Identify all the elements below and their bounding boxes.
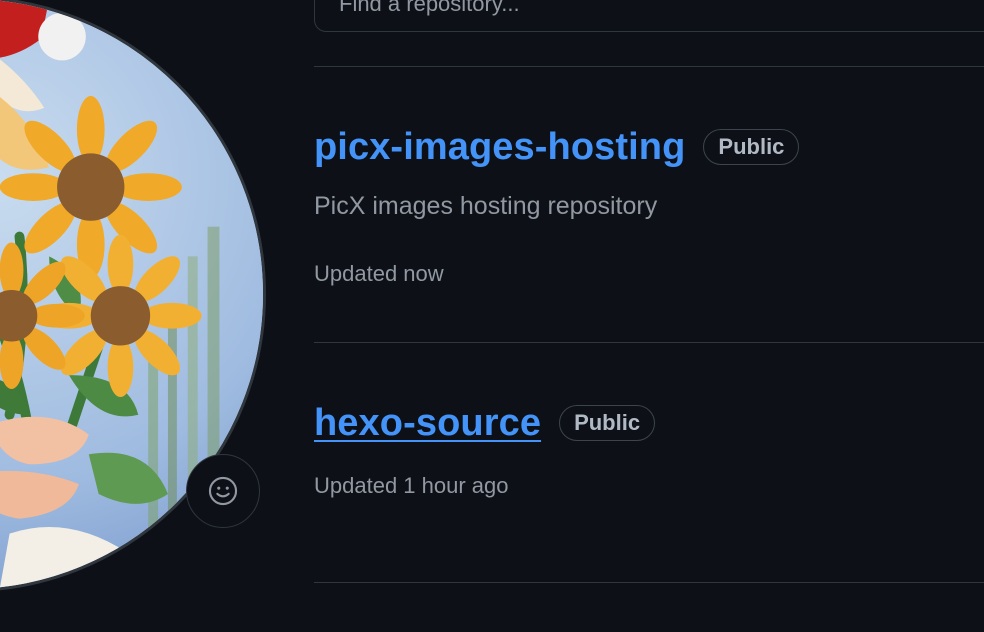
repo-name-link[interactable]: picx-images-hosting <box>314 124 685 170</box>
repo-title-row: hexo-source Public <box>314 400 974 446</box>
repo-updated-time: Updated 1 hour ago <box>314 473 509 498</box>
repo-list-item: picx-images-hosting Public PicX images h… <box>314 124 974 288</box>
set-status-button[interactable] <box>186 454 260 528</box>
repo-name-link[interactable]: hexo-source <box>314 400 541 446</box>
divider <box>314 582 984 583</box>
find-repository-input[interactable] <box>314 0 984 32</box>
repo-updated-time: Updated now <box>314 261 444 286</box>
repo-title-row: picx-images-hosting Public <box>314 124 974 170</box>
repo-list-item: hexo-source Public Updated 1 hour ago <box>314 400 974 500</box>
smiley-icon <box>208 476 238 506</box>
divider <box>314 342 984 343</box>
repo-description: PicX images hosting repository <box>314 192 658 220</box>
visibility-badge: Public <box>703 129 800 165</box>
profile-page: picx-images-hosting Public PicX images h… <box>0 0 984 632</box>
visibility-badge: Public <box>559 405 656 441</box>
divider <box>314 66 984 67</box>
